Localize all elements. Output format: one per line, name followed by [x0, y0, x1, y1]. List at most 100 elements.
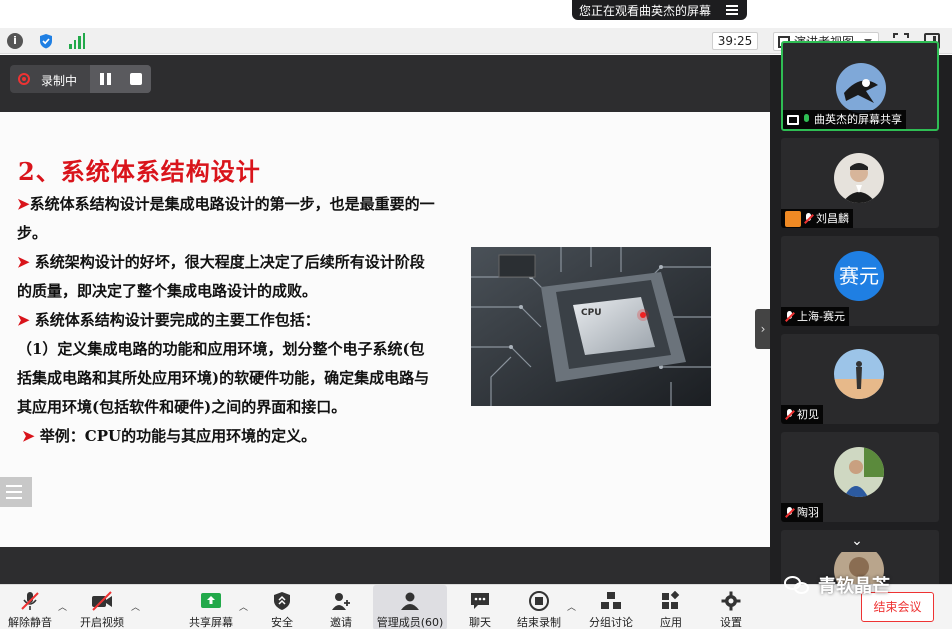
participant-gallery: 曲英杰的屏幕共享 刘昌麟 赛元 上海-赛元 初见 陶羽 ⌄ — [770, 41, 952, 620]
participant-name: 初见 — [797, 408, 819, 421]
end-recording-label: 结束录制 — [517, 616, 561, 629]
slide-paragraph: ➤ 系统体系结构设计要完成的主要工作包括： — [17, 306, 437, 335]
microphone-muted-icon — [785, 310, 794, 323]
recording-icon — [18, 73, 30, 85]
invite-label: 邀请 — [330, 616, 352, 629]
menu-icon[interactable] — [726, 5, 738, 15]
manage-participants-label: 管理成员(60) — [376, 616, 444, 629]
slide-paragraph-text: 系统体系结构设计要完成的主要工作包括： — [29, 311, 320, 329]
security-label: 安全 — [271, 616, 293, 629]
apps-icon — [660, 590, 682, 611]
scroll-down-chevron-icon[interactable]: ⌄ — [833, 530, 881, 552]
security-button[interactable]: 安全 — [262, 585, 302, 629]
gear-icon — [720, 591, 742, 611]
avatar: 赛元 — [834, 251, 884, 301]
participant-name-tag: 刘昌麟 — [781, 209, 853, 228]
slide-paragraph: ➤ 系统架构设计的好坏，很大程度上决定了后续所有设计阶段的质量，即决定了整个集成… — [17, 248, 437, 306]
info-icon[interactable]: i — [7, 33, 23, 49]
meeting-timer: 39:25 — [712, 32, 758, 50]
cpu-image: CPU — [471, 247, 711, 406]
presentation-slide: 2、系统体系结构设计 ➤系统体系结构设计是集成电路设计的第一步，也是最重要的一步… — [0, 112, 770, 547]
avatar — [834, 153, 884, 203]
collapse-sidebar-button[interactable]: › — [755, 309, 771, 349]
chat-label: 聊天 — [469, 616, 491, 629]
shared-screen: 录制中 2、系统体系结构设计 ➤系统体系结构设计是集成电路设计的第一步，也是最重… — [0, 55, 770, 584]
pause-recording-button[interactable] — [100, 73, 112, 85]
stop-recording-button[interactable] — [130, 73, 142, 85]
microphone-muted-icon — [785, 506, 794, 519]
apps-button[interactable]: 应用 — [651, 585, 691, 629]
participant-name: 刘昌麟 — [816, 212, 849, 225]
participant-name: 上海-赛元 — [797, 310, 845, 323]
participant-tile[interactable]: 陶羽 — [781, 432, 939, 522]
viewing-banner-text: 您正在观看曲英杰的屏幕 — [579, 3, 712, 18]
recording-controls: 录制中 — [10, 65, 151, 93]
breakout-rooms-button[interactable]: 分组讨论 — [586, 585, 636, 629]
participant-tile[interactable]: 刘昌麟 — [781, 138, 939, 228]
participant-name-tag: 曲英杰的屏幕共享 — [783, 110, 906, 129]
settings-label: 设置 — [720, 616, 742, 629]
bullet-arrow-icon: ➤ — [17, 311, 30, 329]
share-options-chevron-icon[interactable]: ︿ — [239, 600, 248, 613]
stop-recording-icon — [528, 591, 550, 611]
apps-label: 应用 — [660, 616, 682, 629]
cpu-chip-label: CPU — [581, 308, 602, 318]
chat-button[interactable]: 聊天 — [460, 585, 500, 629]
share-screen-label: 共享屏幕 — [189, 616, 233, 629]
signal-icon[interactable] — [69, 33, 85, 49]
breakout-rooms-icon — [600, 591, 622, 611]
add-user-icon — [330, 591, 352, 611]
viewing-banner[interactable]: 您正在观看曲英杰的屏幕 — [572, 0, 747, 20]
screen-share-icon — [787, 114, 799, 125]
recording-buttons — [90, 65, 151, 93]
unmute-button[interactable]: 解除静音 — [4, 585, 56, 629]
breakout-rooms-label: 分组讨论 — [589, 616, 633, 629]
recording-options-chevron-icon[interactable]: ︿ — [567, 600, 576, 613]
participant-name-tag: 陶羽 — [781, 503, 823, 522]
end-recording-button[interactable]: 结束录制 — [513, 585, 565, 629]
slide-paragraph-text: （1）定义集成电路的功能和应用环境，划分整个电子系统(包括集成电路和其所处应用环… — [17, 340, 430, 416]
recording-label: 录制中 — [41, 74, 78, 88]
participant-name-tag: 初见 — [781, 405, 823, 424]
avatar — [836, 63, 886, 113]
bullet-arrow-icon: ➤ — [17, 253, 30, 271]
slide-menu-icon[interactable] — [0, 477, 32, 507]
wechat-watermark: 青软晶芒 — [784, 572, 890, 598]
user-badge-icon — [785, 210, 801, 227]
settings-button[interactable]: 设置 — [711, 585, 751, 629]
bullet-arrow-icon: ➤ — [22, 427, 35, 445]
meeting-window: 您正在观看曲英杰的屏幕 i 39:25 演讲者视图 录制中 — [0, 0, 952, 629]
video-options-chevron-icon[interactable]: ︿ — [131, 600, 140, 613]
microphone-muted-icon — [19, 591, 41, 611]
microphone-icon — [802, 113, 811, 126]
wechat-icon — [784, 574, 812, 596]
security-shield-icon — [271, 591, 293, 611]
participant-tile[interactable]: 赛元 上海-赛元 — [781, 236, 939, 326]
start-video-label: 开启视频 — [80, 616, 124, 629]
shield-icon[interactable] — [38, 33, 54, 49]
audio-options-chevron-icon[interactable]: ︿ — [58, 600, 67, 613]
slide-paragraph: （1）定义集成电路的功能和应用环境，划分整个电子系统(包括集成电路和其所处应用环… — [17, 335, 437, 422]
microphone-muted-icon — [804, 212, 813, 225]
participant-name-tag: 上海-赛元 — [781, 307, 849, 326]
invite-button[interactable]: 邀请 — [321, 585, 361, 629]
participant-tile[interactable]: 曲英杰的屏幕共享 — [781, 41, 939, 131]
participant-name: 陶羽 — [797, 506, 819, 519]
slide-paragraph-text: 系统体系结构设计是集成电路设计的第一步，也是最重要的一步。 — [17, 195, 435, 242]
unmute-label: 解除静音 — [8, 616, 52, 629]
share-screen-button[interactable]: 共享屏幕 — [185, 585, 237, 629]
slide-paragraph: ➤ 举例：CPU的功能与其应用环境的定义。 — [17, 422, 437, 451]
slide-title: 2、系统体系结构设计 — [18, 157, 261, 186]
chat-icon — [469, 591, 491, 611]
bullet-arrow-icon: ➤ — [17, 195, 30, 213]
participant-name: 曲英杰的屏幕共享 — [814, 113, 902, 126]
manage-participants-button[interactable]: 管理成员(60) — [373, 585, 447, 629]
microphone-muted-icon — [785, 408, 794, 421]
slide-paragraph: ➤系统体系结构设计是集成电路设计的第一步，也是最重要的一步。 — [17, 190, 437, 248]
video-off-icon — [91, 591, 113, 611]
start-video-button[interactable]: 开启视频 — [76, 585, 128, 629]
participant-tile[interactable]: 初见 — [781, 334, 939, 424]
slide-paragraph-text: 系统架构设计的好坏，很大程度上决定了后续所有设计阶段的质量，即决定了整个集成电路… — [17, 253, 425, 300]
avatar — [834, 349, 884, 399]
watermark-text: 青软晶芒 — [818, 576, 890, 597]
